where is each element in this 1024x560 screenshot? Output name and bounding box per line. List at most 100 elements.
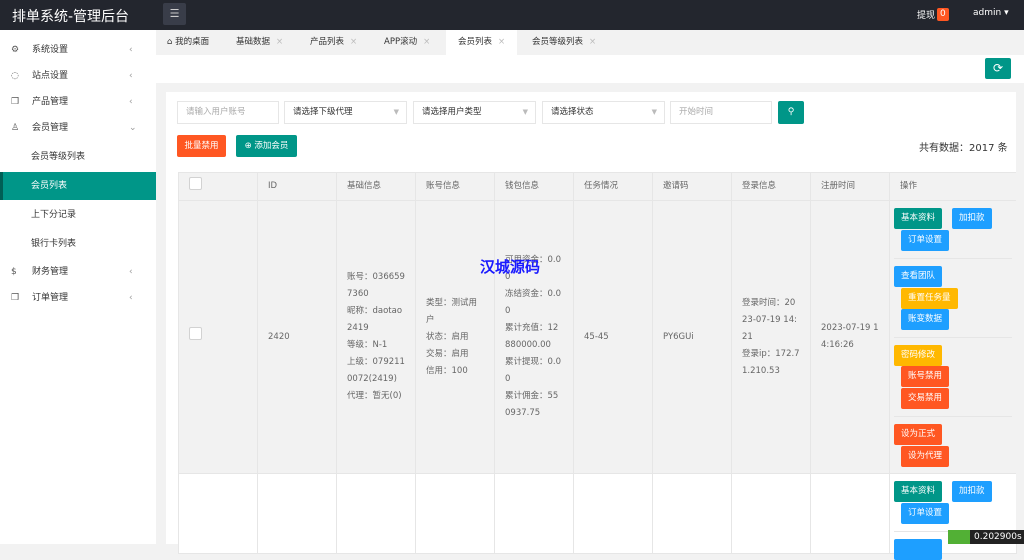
user-name: admin xyxy=(973,8,1002,18)
select-all-checkbox[interactable] xyxy=(189,176,202,190)
withdrawn: 累计提现：0.00 xyxy=(505,357,562,384)
sidebar-item-member-list[interactable]: 会员列表 xyxy=(0,172,156,200)
sidebar-item-finance[interactable]: $ 财务管理 ‹ xyxy=(0,259,156,285)
watermark: 汉城源码 xyxy=(480,258,541,276)
sidebar-item-member[interactable]: ♙ 会员管理 ⌄ xyxy=(0,115,156,141)
close-icon[interactable]: × xyxy=(350,37,357,47)
batch-disable-button[interactable]: 批量禁用 xyxy=(177,135,226,157)
col-reg: 注册时间 xyxy=(810,172,890,201)
tab-product-list[interactable]: 产品列表 × xyxy=(310,30,357,55)
col-actions: 操作 xyxy=(889,172,1017,201)
menu-toggle-icon[interactable]: ☰ xyxy=(163,3,186,25)
sidebar-item-points-log[interactable]: 上下分记录 xyxy=(0,202,156,228)
view-team-button[interactable]: 查看团队 xyxy=(894,266,943,287)
user-icon: ♙ xyxy=(11,123,20,133)
search-button[interactable]: ⚲ xyxy=(778,101,804,124)
close-icon[interactable]: × xyxy=(498,37,505,47)
col-task: 任务情况 xyxy=(573,172,653,201)
app-title: 排单系统-管理后台 xyxy=(12,9,130,25)
chevron-left-icon: ‹ xyxy=(129,45,133,55)
table-row: 2420 账号：0366597360 昵称：daotao2419 等级：N-1 上级：… xyxy=(178,200,1017,474)
adjust-balance-button[interactable]: 加扣款 xyxy=(952,208,992,229)
user-type-select[interactable]: 请选择用户类型 ▼ xyxy=(413,101,536,124)
recharge: 累计充值：12880000.00 xyxy=(505,323,559,350)
caret-down-icon: ▼ xyxy=(651,108,657,116)
tab-member-level-list[interactable]: 会员等级列表 × xyxy=(532,30,596,55)
user-menu[interactable]: admin ▾ xyxy=(973,8,1009,18)
trade: 交易：启用 xyxy=(426,348,469,359)
tab-member-list[interactable]: 会员列表 × xyxy=(446,30,518,55)
chevron-left-icon: ‹ xyxy=(129,293,133,303)
col-login: 登录信息 xyxy=(731,172,811,201)
box-icon: ❒ xyxy=(11,97,20,107)
agent-select[interactable]: 请选择下级代理 ▼ xyxy=(284,101,407,124)
col-invite: 邀请码 xyxy=(652,172,732,201)
sidebar-item-member-level[interactable]: 会员等级列表 xyxy=(0,144,156,170)
dollar-icon: $ xyxy=(11,267,17,277)
close-icon[interactable]: × xyxy=(589,37,596,47)
member-id: 2420 xyxy=(257,200,337,474)
withdraw-link[interactable]: 提现 xyxy=(917,8,935,21)
chevron-left-icon: ‹ xyxy=(129,267,133,277)
caret-down-icon: ▼ xyxy=(393,108,399,116)
order-settings-button[interactable]: 订单设置 xyxy=(901,230,950,251)
timer-badge: 0.202900s xyxy=(948,530,1024,544)
ledger-button[interactable]: 账变数据 xyxy=(901,309,950,330)
login-time: 登录时间：2023-07-19 14:21 xyxy=(742,297,797,342)
reset-task-button[interactable]: 重置任务量 xyxy=(901,288,958,309)
refresh-button[interactable]: ⟳ xyxy=(985,58,1011,79)
row-checkbox[interactable] xyxy=(189,327,202,340)
set-agent-button[interactable]: 设为代理 xyxy=(901,446,950,467)
reg-time: 2023-07-19 14:16:26 xyxy=(810,200,890,474)
start-time-input[interactable]: 开始时间 xyxy=(670,101,772,124)
type: 类型：测试用户 xyxy=(426,297,478,325)
adjust-balance-button[interactable]: 加扣款 xyxy=(952,481,992,502)
sidebar-item-orders[interactable]: ❒ 订单管理 ‹ xyxy=(0,285,156,311)
status-select[interactable]: 请选择状态 ▼ xyxy=(542,101,665,124)
superior: 上级：0792110072(2419) xyxy=(347,357,405,384)
change-password-button[interactable]: 密码修改 xyxy=(894,345,943,366)
plus-circle-icon: ⊕ xyxy=(244,141,252,151)
login-ip: 登录ip：172.71.210.53 xyxy=(742,348,800,376)
close-icon[interactable]: × xyxy=(423,37,430,47)
set-formal-button[interactable]: 设为正式 xyxy=(894,424,943,445)
tab-desktop[interactable]: ⌂ 我的桌面 xyxy=(167,30,209,55)
col-id: ID xyxy=(257,172,337,201)
view-team-button[interactable] xyxy=(894,539,942,560)
tab-bar: ⌂ 我的桌面 基础数据 × 产品列表 × APP滚动 × 会员列表 × 会员等级列表 × xyxy=(156,30,1024,55)
chevron-down-icon: ⌄ xyxy=(129,123,137,133)
tab-basic-data[interactable]: 基础数据 × xyxy=(236,30,283,55)
home-icon: ⌂ xyxy=(167,37,173,47)
col-wallet: 钱包信息 xyxy=(494,172,574,201)
logo-icon xyxy=(948,530,970,544)
invite-code: PY6GUi xyxy=(652,200,732,474)
disable-trade-button[interactable]: 交易禁用 xyxy=(901,388,950,409)
sidebar-item-system[interactable]: ⚙ 系统设置 ‹ xyxy=(0,37,156,63)
col-account: 账号信息 xyxy=(415,172,495,201)
sidebar-item-site[interactable]: ◌ 站点设置 ‹ xyxy=(0,63,156,89)
top-bar xyxy=(0,0,1024,30)
sidebar-item-product[interactable]: ❒ 产品管理 ‹ xyxy=(0,89,156,115)
box-icon: ❒ xyxy=(11,293,20,303)
chevron-left-icon: ‹ xyxy=(129,71,133,81)
tab-app-scroll[interactable]: APP滚动 × xyxy=(384,30,430,55)
gear-icon: ⚙ xyxy=(11,45,20,55)
sidebar-item-bank-cards[interactable]: 银行卡列表 xyxy=(0,231,156,257)
order-settings-button[interactable]: 订单设置 xyxy=(901,503,950,524)
table-header: ID 基础信息 账号信息 钱包信息 任务情况 邀请码 登录信息 注册时间 操作 xyxy=(178,172,1017,201)
status: 状态：启用 xyxy=(426,331,469,342)
task-status: 45-45 xyxy=(573,200,653,474)
agent: 代理：暂无(0) xyxy=(347,391,402,401)
basic-info-button[interactable]: 基本资料 xyxy=(894,481,943,502)
sidebar: ⚙ 系统设置 ‹ ◌ 站点设置 ‹ ❒ 产品管理 ‹ ♙ 会员管理 ⌄ 会员等级列表 会员列表 … xyxy=(0,30,156,544)
site-icon: ◌ xyxy=(11,71,19,81)
col-basic: 基础信息 xyxy=(336,172,416,201)
disable-account-button[interactable]: 账号禁用 xyxy=(901,366,950,387)
add-member-button[interactable]: ⊕ 添加会员 xyxy=(236,135,297,157)
account-info: 类型：测试用户 状态：启用 交易：启用 信用：100 xyxy=(415,200,495,474)
account-search-input[interactable]: 请输入用户账号 xyxy=(177,101,279,124)
basic-info-button[interactable]: 基本资料 xyxy=(894,208,943,229)
close-icon[interactable]: × xyxy=(276,37,283,47)
caret-down-icon: ▾ xyxy=(1004,8,1009,18)
scrollbar[interactable] xyxy=(1016,92,1024,544)
